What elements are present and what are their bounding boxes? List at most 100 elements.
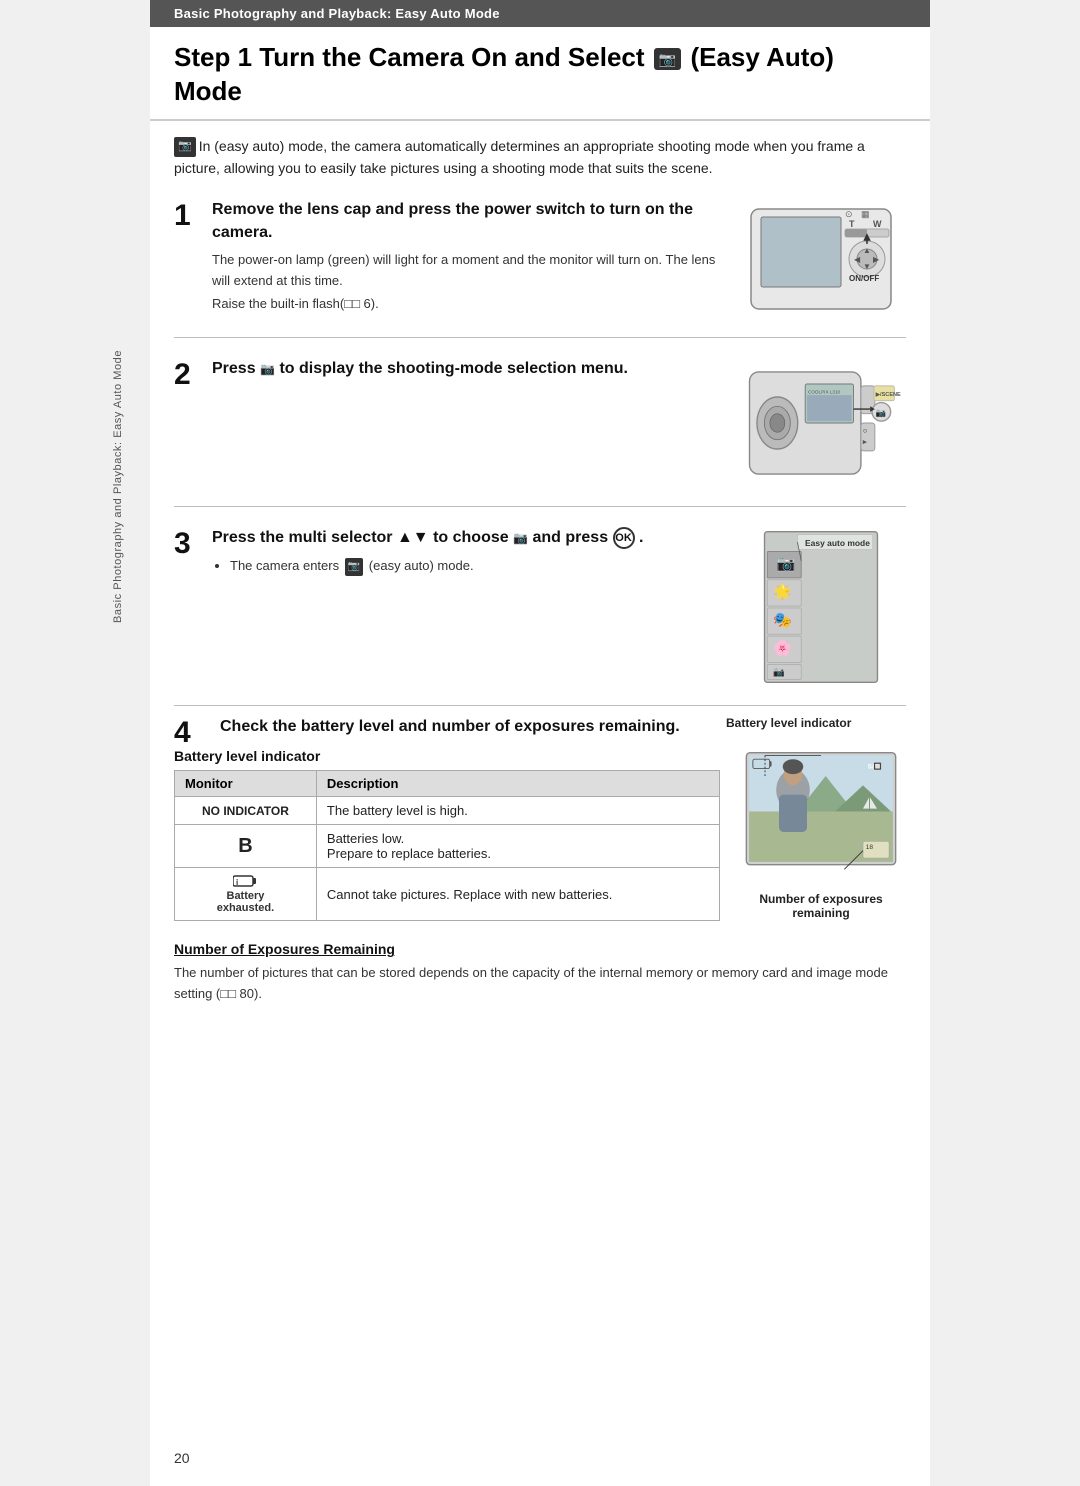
step3-content: Press the multi selector ▲▼ to choose 📷 …: [212, 527, 736, 576]
svg-text:T: T: [849, 219, 855, 229]
step2-divider: [174, 506, 906, 507]
step3-area: 3 Press the multi selector ▲▼ to choose …: [150, 517, 930, 706]
step3-bullets: The camera enters 📷 (easy auto) mode.: [212, 556, 726, 577]
step4-right: Battery level indicator: [726, 716, 906, 734]
step3-number: 3: [174, 527, 212, 559]
step3-bullet1: The camera enters 📷 (easy auto) mode.: [230, 556, 726, 577]
svg-text:📷: 📷: [777, 556, 796, 573]
step3-title: Press the multi selector ▲▼ to choose 📷 …: [212, 527, 726, 550]
step1-desc1: The power-on lamp (green) will light for…: [212, 250, 726, 292]
step1-title: Remove the lens cap and press the power …: [212, 199, 726, 244]
exhausted-label: Batteryexhausted.: [217, 890, 274, 914]
table-header-description: Description: [316, 771, 719, 797]
monitor-no-indicator: NO INDICATOR: [175, 797, 317, 825]
battery-section: Battery level indicator Monitor Descript…: [174, 748, 906, 921]
step1-desc2: Raise the built-in flash(□□ 6).: [212, 296, 726, 311]
step2-content: Press 📷 to display the shooting-mode sel…: [212, 358, 736, 386]
svg-text:▶: ▶: [863, 440, 868, 446]
svg-text:🎭: 🎭: [773, 612, 792, 629]
step1-number: 1: [174, 199, 212, 231]
step3-title-prefix: Press the multi selector ▲▼ to choose: [212, 530, 509, 547]
svg-text:▶/SCENE: ▶/SCENE: [875, 391, 901, 398]
top-bar: Basic Photography and Playback: Easy Aut…: [150, 0, 930, 27]
page: Basic Photography and Playback: Easy Aut…: [150, 0, 930, 1486]
step3-period: .: [639, 530, 643, 547]
svg-text:⊙: ⊙: [845, 209, 853, 219]
intro-text: 📷In (easy auto) mode, the camera automat…: [150, 121, 930, 190]
monitor-exhausted: i Batteryexhausted.: [175, 868, 317, 921]
step3-divider: [174, 705, 906, 706]
svg-text:▶: ▶: [873, 255, 880, 264]
monitor-b: B: [175, 825, 317, 868]
step4-left: Check the battery level and number of ex…: [220, 716, 718, 744]
camera-back-illustration: T W ▲ ▼ ◀ ▶ ON/OFF: [741, 199, 901, 319]
top-bar-label: Basic Photography and Playback: Easy Aut…: [174, 6, 500, 21]
svg-text:COOLPIX L310: COOLPIX L310: [808, 390, 841, 395]
step2: 2 Press 📷 to display the shooting-mode s…: [174, 348, 906, 488]
svg-text:W: W: [873, 219, 882, 229]
easy-auto-icon: 📷: [654, 48, 681, 70]
svg-text:🌸: 🌸: [773, 639, 792, 657]
step3-image: Easy auto mode 📷 🌟 🎭 🌸 📷: [736, 527, 906, 687]
camera-side-illustration: COOLPIX L310 ▶/SCENE 📷 ⊙ ▶: [741, 358, 901, 488]
battery-left: Battery level indicator Monitor Descript…: [174, 748, 720, 921]
battery-subtitle: Battery level indicator: [174, 748, 720, 764]
step4-title: Check the battery level and number of ex…: [220, 716, 708, 738]
svg-text:◀: ◀: [854, 255, 861, 264]
battery-exhausted-icon: i: [233, 874, 257, 888]
step2-title-prefix: Press: [212, 360, 256, 377]
battery-table: Monitor Description NO INDICATOR The bat…: [174, 770, 720, 921]
step3-camera-icon: 📷: [513, 532, 528, 546]
desc-b: Batteries low.Prepare to replace batteri…: [316, 825, 719, 868]
battery-level-label: Battery level indicator: [726, 716, 851, 730]
svg-text:▦: ▦: [861, 209, 870, 219]
step1-content: Remove the lens cap and press the power …: [212, 199, 736, 310]
table-header-monitor: Monitor: [175, 771, 317, 797]
svg-text:⊙: ⊙: [863, 429, 868, 435]
svg-text:Easy auto mode: Easy auto mode: [805, 538, 870, 548]
step3-bullet-icon: 📷: [345, 558, 363, 576]
main-title-prefix: Step 1 Turn the Camera On and Select: [174, 42, 645, 72]
step3-title-suffix: and press: [533, 530, 609, 547]
menu-screen-illustration: Easy auto mode 📷 🌟 🎭 🌸 📷: [756, 527, 886, 687]
exposures-remaining-label: Number of exposuresremaining: [741, 892, 901, 920]
svg-text:▼: ▼: [863, 262, 871, 271]
svg-text:18: 18: [866, 844, 874, 851]
battery-exhausted-cell: i Batteryexhausted.: [185, 874, 306, 914]
intro-paragraph: In (easy auto) mode, the camera automati…: [174, 138, 865, 176]
step1: 1 Remove the lens cap and press the powe…: [174, 189, 906, 319]
table-row: B Batteries low.Prepare to replace batte…: [175, 825, 720, 868]
exposures-desc: The number of pictures that can be store…: [174, 963, 906, 1005]
sidebar-text: Basic Photography and Playback: Easy Aut…: [112, 350, 124, 623]
table-row: i Batteryexhausted. Cannot take pictures…: [175, 868, 720, 921]
desc-no-indicator: The battery level is high.: [316, 797, 719, 825]
step2-area: 2 Press 📷 to display the shooting-mode s…: [150, 348, 930, 507]
intro-icon: 📷: [174, 137, 196, 157]
battery-right: S/🔲 18 Number of exposuresremaining: [736, 748, 906, 920]
svg-text:▲: ▲: [863, 246, 871, 255]
step2-title-suffix: to display the shooting-mode selection m…: [279, 360, 627, 377]
step3: 3 Press the multi selector ▲▼ to choose …: [174, 517, 906, 687]
step1-divider: [174, 337, 906, 338]
main-title: Step 1 Turn the Camera On and Select 📷 (…: [150, 27, 930, 121]
svg-text:📷: 📷: [876, 408, 886, 418]
step1-image: T W ▲ ▼ ◀ ▶ ON/OFF: [736, 199, 906, 319]
svg-text:🌟: 🌟: [773, 583, 792, 601]
desc-exhausted: Cannot take pictures. Replace with new b…: [316, 868, 719, 921]
step2-title: Press 📷 to display the shooting-mode sel…: [212, 358, 726, 380]
page-number: 20: [174, 1450, 190, 1466]
exposures-title: Number of Exposures Remaining: [174, 941, 906, 957]
svg-text:📷: 📷: [773, 666, 785, 678]
table-row: NO INDICATOR The battery level is high.: [175, 797, 720, 825]
step3-ok-circle: OK: [613, 527, 635, 549]
step1-area: 1 Remove the lens cap and press the powe…: [150, 189, 930, 338]
step2-camera-icon: 📷: [260, 362, 275, 376]
step4-header: 4 Check the battery level and number of …: [174, 716, 906, 748]
camera-display-illustration: S/🔲 18: [741, 748, 901, 888]
svg-text:S/🔲: S/🔲: [868, 763, 882, 771]
step2-number: 2: [174, 358, 212, 390]
exposures-section: Number of Exposures Remaining The number…: [150, 931, 930, 1021]
step4-number: 4: [174, 716, 212, 748]
step2-image: COOLPIX L310 ▶/SCENE 📷 ⊙ ▶: [736, 358, 906, 488]
step4-area: 4 Check the battery level and number of …: [150, 716, 930, 748]
